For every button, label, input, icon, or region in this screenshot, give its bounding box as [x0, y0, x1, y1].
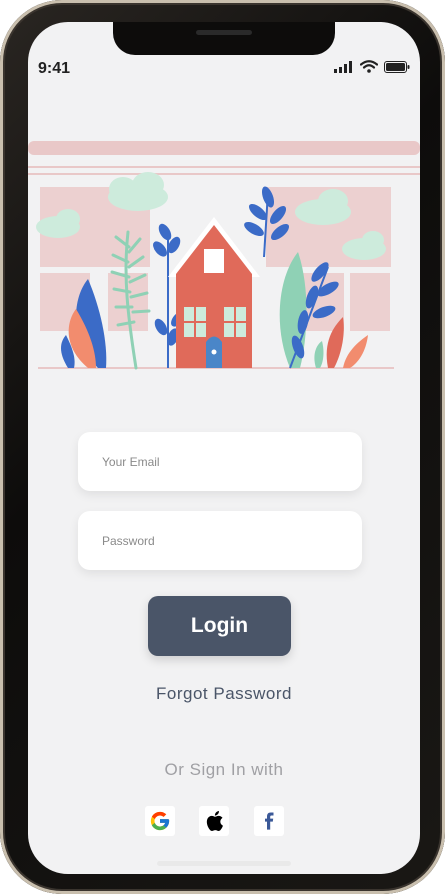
status-time: 9:41 [38, 60, 71, 77]
notch [113, 22, 335, 55]
battery-icon [384, 60, 410, 73]
password-field[interactable] [78, 511, 362, 570]
email-field[interactable] [78, 432, 362, 491]
google-button[interactable] [145, 806, 175, 836]
social-signin-label: Or Sign In with [164, 760, 284, 779]
google-icon [150, 811, 170, 831]
login-button[interactable]: Login [148, 596, 291, 656]
phone-frame: 9:41 Your Email Login Forgot Password Or… [0, 0, 445, 894]
status-icons [334, 60, 410, 73]
apple-button[interactable] [199, 806, 229, 836]
password-input[interactable] [78, 511, 362, 570]
house-illustration [28, 141, 420, 370]
wifi-icon [360, 60, 378, 73]
phone-screen: 9:41 Your Email Login Forgot Password Or… [28, 22, 420, 874]
facebook-icon [265, 812, 274, 830]
speaker [196, 30, 252, 35]
signal-icon [334, 60, 352, 73]
email-input[interactable] [78, 432, 362, 491]
forgot-password-link[interactable]: Forgot Password [28, 684, 420, 704]
facebook-button[interactable] [254, 806, 284, 836]
home-indicator [157, 861, 291, 866]
apple-icon [206, 811, 223, 832]
